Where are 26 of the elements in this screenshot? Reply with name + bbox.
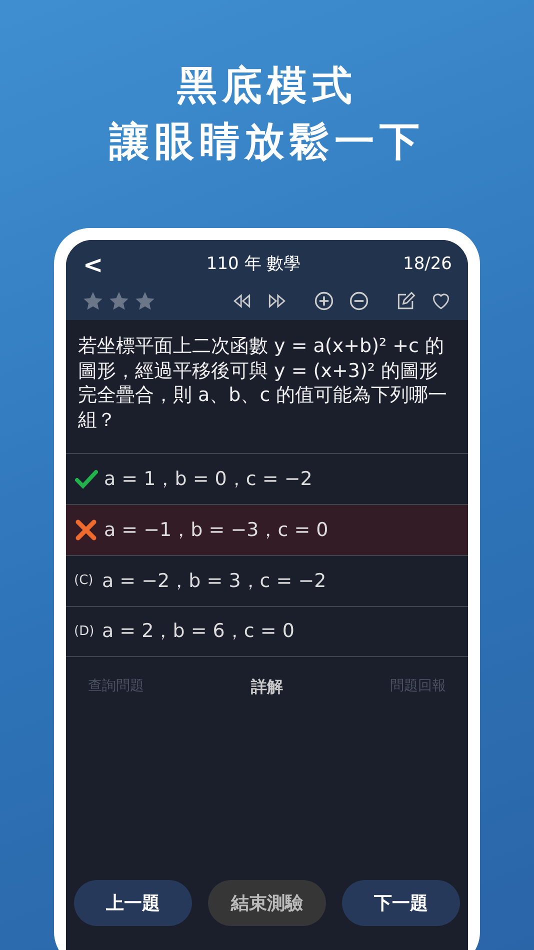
nav-button[interactable]: 上一題: [74, 880, 192, 926]
headline: 讓眼睛放鬆一下: [108, 122, 426, 162]
option-text: a = −1，b = −3，c = 0: [104, 518, 328, 542]
option-text: a = 1，b = 0，c = −2: [104, 466, 312, 492]
zoom-out-icon[interactable]: [348, 290, 370, 312]
star-icon[interactable]: [82, 290, 104, 312]
option-text: a = −2，b = 3，c = −2: [102, 568, 326, 594]
zoom-in-icon[interactable]: [313, 290, 335, 312]
back-button[interactable]: <: [82, 252, 104, 278]
star-icon[interactable]: [134, 290, 156, 312]
headline: 黑底模式: [176, 66, 358, 106]
nav-title: 110 年 數學: [206, 253, 301, 276]
answer-option[interactable]: (C) a = −2，b = 3，c = −2: [66, 554, 468, 606]
star-icon[interactable]: [108, 290, 130, 312]
answer-option[interactable]: (D) a = 2，b = 6，c = 0: [66, 606, 468, 657]
nav-button[interactable]: 下一題: [342, 880, 460, 926]
question-counter: 18/26: [403, 253, 452, 276]
tab[interactable]: 詳解: [245, 674, 289, 700]
end-quiz-button[interactable]: 結束測驗: [208, 880, 326, 926]
option-label: (D): [74, 622, 96, 640]
option-label: (C): [74, 572, 94, 590]
option-text: a = 2，b = 6，c = 0: [102, 619, 294, 644]
edit-icon[interactable]: [395, 290, 417, 312]
answer-option[interactable]: a = −1，b = −3，c = 0: [66, 504, 468, 555]
question-text: 若坐標平面上二次函數 y = a(x+b)² +c 的圖形，經過平移後可與 y = (x+3)² 的圖形完全疊合，則 a、b、c 的值可能為下列哪一組？: [77, 334, 448, 434]
cross-icon: [74, 518, 98, 542]
